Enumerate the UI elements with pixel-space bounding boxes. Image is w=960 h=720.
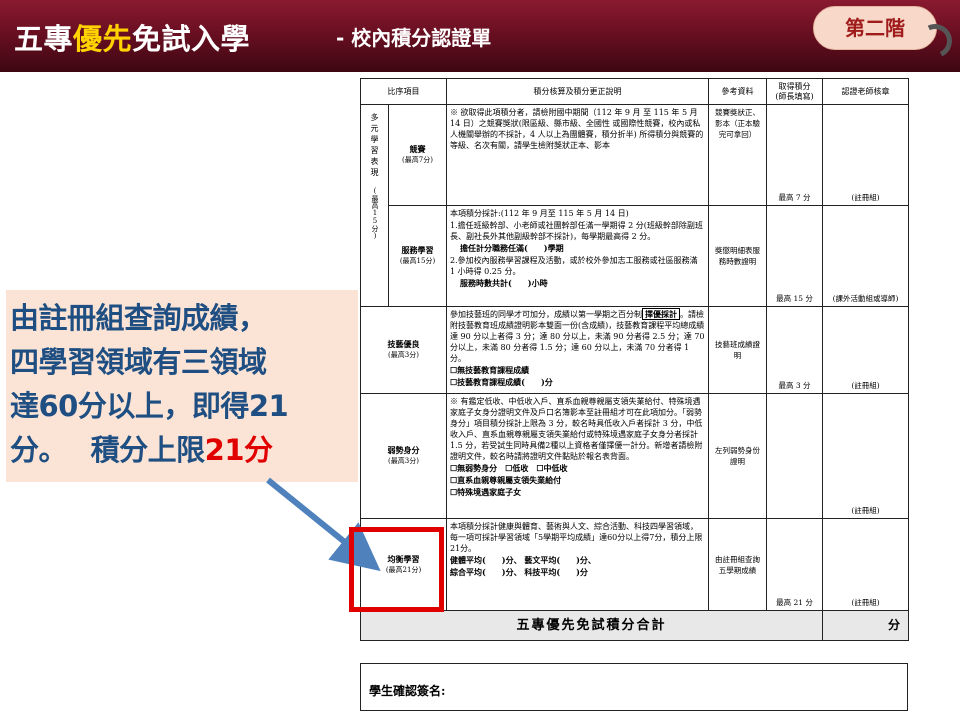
competition-score: 最高 7 分: [766, 104, 823, 206]
competition-name-cell: 競賽 (最高7分): [388, 104, 447, 206]
service-max: (最高15分): [399, 257, 436, 265]
skill-score: 最高 3 分: [766, 306, 823, 394]
header-points: 取得積分 (師長填寫): [766, 78, 823, 105]
disadvantaged-desc: ※ 有鑑定低收、中低收入戶、直系血親尊親屬支領失業給付、特殊境遇家庭子女身分證明…: [446, 393, 709, 519]
callout-line-4: 分。 積分上限21分: [10, 428, 358, 472]
skill-name-cell: 技藝優良 (最高3分): [360, 306, 447, 394]
header-points-line2: (師長填寫): [775, 91, 814, 101]
header-reference: 參考資料: [708, 78, 767, 105]
balanced-ref: 由註冊組查詢五學期成績: [708, 518, 767, 611]
skill-desc-1: 參加技藝班的同學才可加分，成績以第一學期之百分制: [450, 310, 642, 319]
competition-name: 競賽: [409, 144, 426, 154]
signature-label: 學生確認簽名:: [369, 684, 446, 698]
callout-box: 由註冊組查詢成績， 四學習領域有三領域 達60分以上，即得21 分。 積分上限2…: [6, 290, 358, 482]
slide-title: 五專優先免試入學: [14, 16, 250, 56]
arrow-line: [266, 477, 381, 572]
callout-line-4a: 分。: [10, 433, 53, 467]
title-part1: 五專: [14, 22, 74, 56]
competition-desc: ※ 欲取得此項積分者，請檢附國中期間（112 年 9 月 至 115 年 5 月…: [446, 104, 709, 206]
disadvantaged-opt-1[interactable]: ☐無弱勢身分 ☐低收 ☐中低收: [450, 463, 705, 474]
skill-desc: 參加技藝班的同學才可加分，成績以第一學期之百分制 擇優採計 。請檢附技藝教育班成績證…: [446, 306, 709, 394]
service-desc-4: 2.參加校內服務學習課程及活動，或於校外參加志工服務或社區服務滿 1 小時得 0…: [450, 256, 698, 276]
disadvantaged-score: [766, 393, 823, 519]
header-points-line1: 取得積分: [778, 81, 811, 91]
title-part2: 免試入學: [132, 22, 251, 56]
group-cell: 多元學習表現 (最高15分): [360, 104, 389, 307]
balanced-desc-1: 本項積分採計健康與體育、藝術與人文、綜合活動、科技四學習領域，每一項可採計學習領…: [450, 522, 703, 553]
signature-box[interactable]: 學生確認簽名:: [360, 663, 908, 711]
disadvantaged-desc-1: ※ 有鑑定低收、中低收入戶、直系血親尊親屬支領失業給付、特殊境遇家庭子女身分證明…: [450, 397, 703, 461]
total-label: 五專優先免試積分合計: [360, 610, 823, 641]
title-highlight: 優先: [73, 22, 133, 56]
callout-line-1: 由註冊組查詢成績，: [10, 301, 267, 335]
disadvantaged-opt-3[interactable]: ☐特殊境遇家庭子女: [450, 487, 705, 498]
disadvantaged-name: 弱勢身分: [387, 445, 420, 455]
skill-max: (最高3分): [388, 351, 419, 359]
total-unit[interactable]: 分: [822, 610, 909, 641]
service-name: 服務學習: [401, 245, 434, 255]
service-score: 最高 15 分: [766, 205, 823, 307]
header-item: 比序項目: [360, 78, 447, 105]
competition-ref: 競賽獎狀正、影本（正本驗完可拿回）: [708, 104, 767, 206]
service-sign: (課外活動組或導師): [822, 205, 909, 307]
skill-sign: (註冊組): [822, 306, 909, 394]
table-header-row: 比序項目 積分核算及積分更正說明 參考資料 取得積分 (師長填寫) 認證老師核章: [360, 78, 909, 105]
table-row-total: 五專優先免試積分合計 分: [360, 610, 909, 641]
disadvantaged-opt-2[interactable]: ☐直系血親尊親屬支領失業給付: [450, 475, 705, 486]
service-desc: 本項積分採計:(112 年 9 月至 115 年 5 月 14 日) 1.擔任班…: [446, 205, 709, 307]
header-teacher: 認證老師核章: [822, 78, 909, 105]
disadvantaged-name-cell: 弱勢身分 (最高3分): [360, 393, 447, 519]
balanced-score: 最高 21 分: [766, 518, 823, 611]
table-row-service: 服務學習 (最高15分) 本項積分採計:(112 年 9 月至 115 年 5 月…: [361, 205, 909, 307]
balanced-line-1: 健體平均( )分、 藝文平均( )分、: [450, 555, 596, 565]
skill-opt-1[interactable]: ☐無技藝教育課程成績: [450, 365, 705, 376]
disadvantaged-ref: 左列弱勢身份證明: [708, 393, 767, 519]
balanced-desc: 本項積分採計健康與體育、藝術與人文、綜合活動、科技四學習領域，每一項可採計學習領…: [446, 518, 709, 611]
group-max: (最高15分): [371, 187, 379, 240]
title-bar: 五專優先免試入學 - 校內積分認證單 第二階: [0, 0, 960, 72]
skill-ref: 技藝班成績證明: [708, 306, 767, 394]
service-desc-2: 1.擔任班級幹部、小老師或社團幹部任滿一學期得 2 分(班級幹部除副班長、副社長…: [450, 221, 703, 241]
balanced-sign: (註冊組): [822, 518, 909, 611]
service-desc-1: 本項積分採計:(112 年 9 月至 115 年 5 月 14 日): [450, 209, 629, 218]
service-ref: 獎懲明細表服務時數證明: [708, 205, 767, 307]
table-row-competition: 多元學習表現 (最高15分) 競賽 (最高7分) ※ 欲取得此項積分者，請檢附國中…: [360, 104, 909, 307]
callout-line-2: 四學習領域有三領域: [10, 345, 267, 379]
skill-opt-2[interactable]: ☐技藝教育課程成績( )分: [450, 377, 705, 388]
callout-line-4c: 21分: [204, 433, 273, 467]
callout-text: 由註冊組查詢成績， 四學習領域有三領域 達60分以上，即得21 分。 積分上限2…: [10, 296, 358, 472]
competition-max: (最高7分): [402, 156, 433, 164]
header-description: 積分核算及積分更正說明: [446, 78, 709, 105]
disadvantaged-max: (最高3分): [388, 457, 419, 465]
callout-line-4b: 積分上限: [90, 433, 206, 467]
slide-subtitle: - 校內積分認證單: [336, 26, 492, 50]
callout-line-3: 達60分以上，即得21: [10, 389, 289, 423]
table-row-disadvantaged: 弱勢身分 (最高3分) ※ 有鑑定低收、中低收入戶、直系血親尊親屬支領失業給付、特…: [360, 393, 909, 519]
competition-sign: (註冊組): [822, 104, 909, 206]
skill-name: 技藝優良: [387, 339, 420, 349]
group-label: 多元學習表現: [370, 113, 379, 179]
service-desc-5: 服務時數共計( )小時: [460, 278, 548, 288]
balanced-line-2: 綜合平均( )分、 科技平均( )分: [450, 567, 588, 577]
service-desc-3: 擔任計分職務任滿( )學期: [460, 243, 564, 253]
table-row-skill: 技藝優良 (最高3分) 參加技藝班的同學才可加分，成績以第一學期之百分制 擇優採計。…: [360, 306, 909, 394]
skill-desc-boxed: 擇優採計: [642, 308, 680, 320]
disadvantaged-sign: (註冊組): [822, 393, 909, 519]
highlight-box: [349, 527, 444, 612]
service-name-cell: 服務學習 (最高15分): [388, 205, 447, 307]
